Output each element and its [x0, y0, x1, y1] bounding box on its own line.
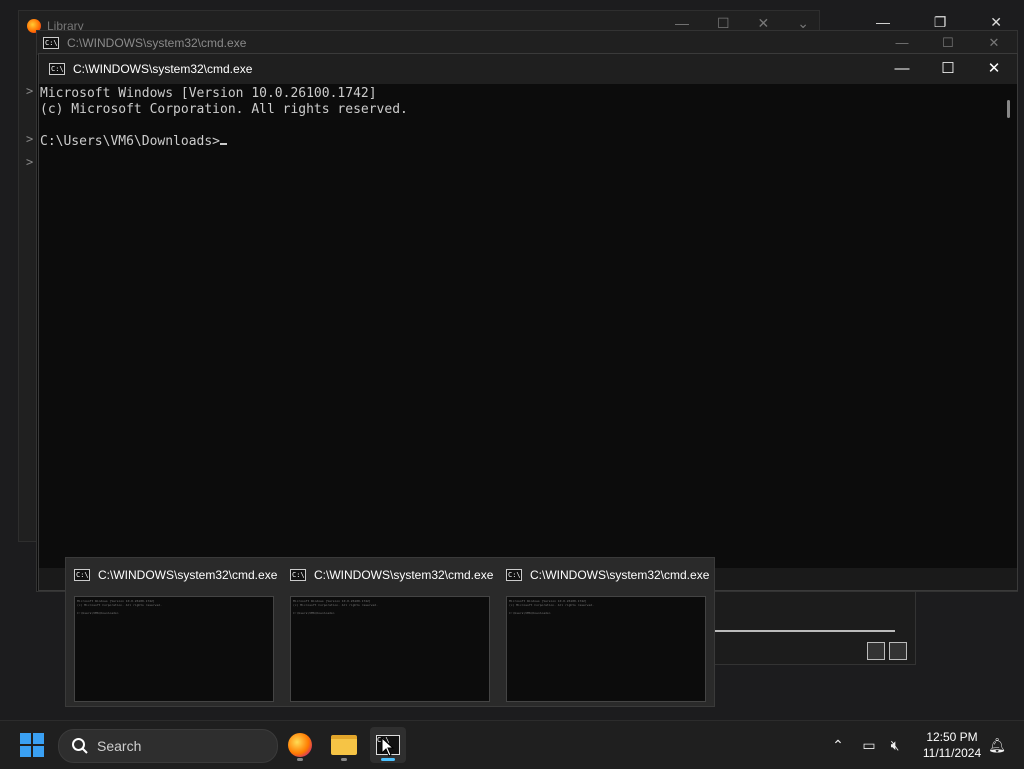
progress-line	[713, 630, 895, 632]
console-prompt-line: C:\Users\VM6\Downloads>	[40, 134, 999, 150]
cmd-icon: C:\	[290, 569, 306, 581]
notification-bell-icon[interactable]: 🔔︎	[986, 721, 1008, 769]
console-line: Microsoft Windows [Version 10.0.26100.17…	[40, 86, 377, 101]
cmd-back-titlebar[interactable]: C:\ C:\WINDOWS\system32\cmd.exe — ☐ ✕	[37, 31, 1017, 55]
windows-logo-icon	[20, 733, 31, 744]
firefox-icon	[288, 733, 312, 757]
network-icon[interactable]: ▭	[858, 721, 880, 769]
folder-icon	[331, 735, 357, 755]
search-box[interactable]: Search	[58, 729, 278, 763]
restore-icon[interactable]: ❐	[934, 14, 947, 31]
thumbnail-text: Microsoft Windows [Version 10.0.26100.17…	[77, 599, 162, 615]
preview-thumbnail[interactable]: Microsoft Windows [Version 10.0.26100.17…	[506, 596, 706, 702]
taskbar-preview-flyout: C:\ C:\WINDOWS\system32\cmd.exe Microsof…	[65, 557, 715, 707]
cmd-icon: C:\	[506, 569, 522, 581]
window-preview[interactable]: C:\ C:\WINDOWS\system32\cmd.exe Microsof…	[282, 558, 498, 706]
active-indicator	[381, 758, 395, 761]
preview-thumbnail[interactable]: Microsoft Windows [Version 10.0.26100.17…	[290, 596, 490, 702]
start-button[interactable]	[20, 733, 44, 757]
thumbnail-text: Microsoft Windows [Version 10.0.26100.17…	[293, 599, 378, 615]
running-indicator	[297, 758, 303, 761]
clock-time: 12:50 PM	[926, 730, 978, 744]
running-indicator	[341, 758, 347, 761]
cmd-main-titlebar[interactable]: C:\ C:\WINDOWS\system32\cmd.exe — ☐ ✕	[39, 54, 1017, 84]
minimize-button[interactable]: —	[879, 31, 925, 55]
thumbnail-text: Microsoft Windows [Version 10.0.26100.17…	[509, 599, 594, 615]
taskbar: Search C:\ ⌃ ▭ 🔇︎ 12:50 PM 11/11/2024 🔔︎	[0, 720, 1024, 769]
console-line: (c) Microsoft Corporation. All rights re…	[40, 102, 408, 117]
partial-window	[700, 591, 916, 665]
close-button[interactable]: ✕	[971, 54, 1017, 84]
details-view-icon[interactable]	[867, 642, 885, 660]
taskbar-firefox[interactable]	[282, 727, 318, 763]
taskbar-file-explorer[interactable]	[326, 727, 362, 763]
preview-title: C:\WINDOWS\system32\cmd.exe	[314, 568, 494, 582]
minimize-button[interactable]: —	[879, 54, 925, 84]
mouse-cursor-icon	[381, 737, 395, 757]
preview-title: C:\WINDOWS\system32\cmd.exe	[98, 568, 278, 582]
cmd-icon: C:\	[43, 37, 59, 49]
console-prompt: C:\Users\VM6\Downloads>	[40, 134, 221, 149]
chevron-right-icon: >	[26, 132, 34, 146]
console-output[interactable]: Microsoft Windows [Version 10.0.26100.17…	[39, 84, 999, 568]
scrollbar-thumb[interactable]	[1007, 100, 1010, 118]
window-preview[interactable]: C:\ C:\WINDOWS\system32\cmd.exe Microsof…	[66, 558, 282, 706]
large-icons-view-icon[interactable]	[889, 642, 907, 660]
cmd-back-title: C:\WINDOWS\system32\cmd.exe	[67, 36, 247, 50]
search-label: Search	[97, 738, 142, 754]
clock-date: 11/11/2024	[922, 746, 982, 760]
search-icon	[72, 738, 88, 754]
preview-thumbnail[interactable]: Microsoft Windows [Version 10.0.26100.17…	[74, 596, 274, 702]
vertical-scrollbar[interactable]	[999, 84, 1017, 568]
cmd-icon: C:\	[49, 63, 65, 75]
preview-title: C:\WINDOWS\system32\cmd.exe	[530, 568, 710, 582]
close-button[interactable]: ✕	[971, 31, 1017, 55]
cmd-main-title: C:\WINDOWS\system32\cmd.exe	[73, 62, 253, 76]
chevron-right-icon: >	[26, 155, 34, 169]
maximize-button[interactable]: ☐	[925, 31, 971, 55]
cmd-icon: C:\	[74, 569, 90, 581]
minimize-icon[interactable]: —	[876, 14, 890, 30]
clock[interactable]: 12:50 PM 11/11/2024	[912, 729, 992, 761]
chevron-right-icon: >	[26, 84, 34, 98]
text-cursor	[220, 143, 228, 145]
chevron-up-icon[interactable]: ⌃	[826, 721, 850, 769]
close-icon[interactable]: ✕	[990, 14, 1002, 31]
window-preview[interactable]: C:\ C:\WINDOWS\system32\cmd.exe Microsof…	[498, 558, 714, 706]
cmd-window-main[interactable]: C:\ C:\WINDOWS\system32\cmd.exe — ☐ ✕ Mi…	[38, 53, 1018, 591]
maximize-button[interactable]: ☐	[925, 54, 971, 84]
volume-muted-icon[interactable]: 🔇︎	[884, 721, 906, 769]
